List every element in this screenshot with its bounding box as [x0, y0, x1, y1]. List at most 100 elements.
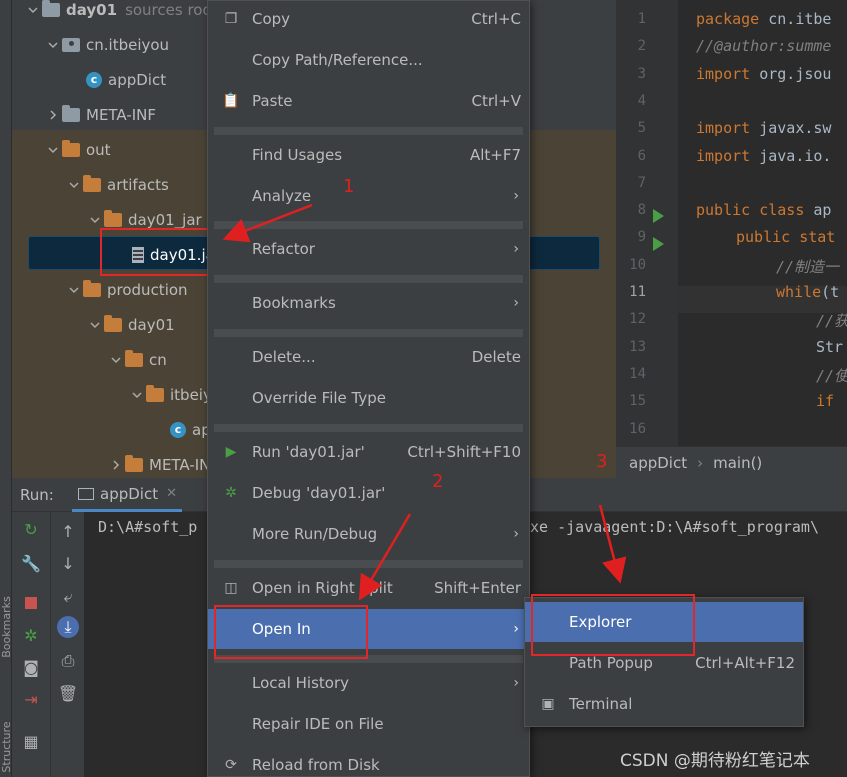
package-icon [62, 37, 80, 52]
menu-shortcut: Ctrl+Alt+F12 [695, 654, 795, 672]
tree-item-day01-module[interactable]: day01 sources root [24, 0, 218, 27]
chevron-down-icon[interactable] [86, 316, 104, 334]
tree-item-label: day01_jar [128, 210, 202, 229]
breadcrumb-class[interactable]: appDict [629, 454, 687, 472]
excluded-folder-icon [125, 454, 143, 472]
exit-icon[interactable]: ⇥ [20, 688, 42, 710]
wrench-icon[interactable]: 🔧 [20, 552, 42, 574]
editor-breadcrumb: appDict › main() [616, 446, 847, 478]
menu-shortcut: Ctrl+Shift+F10 [407, 443, 521, 461]
split-icon: ◫ [224, 580, 238, 596]
code-keyword: while [776, 283, 822, 301]
trash-icon[interactable]: 🗑 [57, 682, 79, 704]
menu-label: Analyze [252, 187, 312, 205]
run-gutter-icon[interactable] [653, 209, 664, 223]
tree-item-out[interactable]: out [44, 132, 111, 167]
chevron-down-icon[interactable] [86, 211, 104, 229]
submenu-item-terminal[interactable]: ▣ Terminal [525, 684, 803, 724]
layout-icon[interactable]: ▦ [20, 730, 42, 752]
context-menu: ❐ Copy Ctrl+C Copy Path/Reference... 📋 P… [207, 0, 530, 777]
chevron-right-icon: › [513, 241, 519, 257]
menu-item-reload-from-disk[interactable]: ⟳ Reload from Disk [208, 745, 529, 777]
code-line: while(t [776, 283, 839, 301]
run-tab-appdict[interactable]: appDict ✕ [72, 478, 182, 512]
menu-item-find-usages[interactable]: Find Usages Alt+F7 [208, 135, 529, 175]
menu-item-analyze[interactable]: Analyze › [208, 176, 529, 216]
chevron-down-icon[interactable] [65, 176, 83, 194]
chevron-right-icon[interactable] [44, 106, 62, 124]
run-toolbar-secondary: ↑ ↓ ⤶ ⤓ ⎙ 🗑 [50, 512, 84, 777]
tree-item-cn-itbeiyou[interactable]: cn.itbeiyou [44, 27, 169, 62]
annotation-box-explorer [531, 594, 695, 656]
menu-label: Debug 'day01.jar' [252, 484, 386, 502]
tree-item-meta-inf[interactable]: META-INF [44, 97, 156, 132]
code-text: org.jsou [750, 64, 832, 83]
chevron-down-icon[interactable] [44, 141, 62, 159]
breadcrumb-method[interactable]: main() [713, 454, 762, 472]
line-number: 16 [629, 420, 646, 437]
chevron-down-icon[interactable] [44, 36, 62, 54]
menu-item-local-history[interactable]: Local History › [208, 663, 529, 703]
open-in-submenu: Explorer Path Popup Ctrl+Alt+F12 ▣ Termi… [524, 594, 804, 727]
print-icon[interactable]: ⎙ [57, 650, 79, 672]
close-icon[interactable]: ✕ [166, 486, 177, 501]
line-number: 12 [629, 311, 646, 328]
camera-icon[interactable]: ◙ [20, 656, 42, 678]
chevron-down-icon[interactable] [24, 1, 42, 19]
scroll-to-end-icon[interactable]: ⤓ [57, 616, 79, 638]
menu-label: Run 'day01.jar' [252, 443, 365, 461]
menu-item-repair-ide[interactable]: Repair IDE on File [208, 704, 529, 744]
line-number: 7 [637, 174, 646, 191]
run-gutter-icon[interactable] [653, 237, 664, 251]
code-line: public class ap [696, 201, 831, 219]
chevron-down-icon[interactable] [65, 281, 83, 299]
menu-item-open-right-split[interactable]: ◫ Open in Right Split Shift+Enter [208, 568, 529, 608]
rerun-icon[interactable]: ↻ [20, 518, 42, 540]
stop-icon[interactable] [20, 592, 42, 614]
console-icon [78, 487, 94, 500]
debug-settings-icon[interactable]: ✲ [20, 624, 42, 646]
code-text: cn.itbe [759, 10, 832, 28]
menu-label: Open in Right Split [252, 579, 393, 597]
tree-item-production[interactable]: production [65, 272, 188, 307]
code-line: import org.jsou [696, 65, 831, 83]
line-number: 9 [637, 229, 646, 246]
menu-item-more-run-debug[interactable]: More Run/Debug › [208, 514, 529, 554]
chevron-down-icon[interactable] [107, 351, 125, 369]
excluded-folder-icon [83, 174, 101, 192]
soft-wrap-icon[interactable]: ⤶ [57, 586, 79, 608]
menu-item-copy[interactable]: ❐ Copy Ctrl+C [208, 0, 529, 39]
menu-item-debug[interactable]: ✲ Debug 'day01.jar' [208, 473, 529, 513]
tree-item-day01-output[interactable]: day01 [86, 307, 175, 342]
chevron-right-icon[interactable] [107, 456, 125, 474]
menu-label: Bookmarks [252, 294, 336, 312]
tree-item-appdict-source[interactable]: c appDict [86, 62, 166, 97]
line-number: 2 [637, 38, 646, 55]
arrow-up-icon[interactable]: ↑ [57, 520, 79, 542]
excluded-folder-icon [62, 139, 80, 157]
code-line: import javax.sw [696, 119, 831, 137]
folder-icon [62, 104, 80, 122]
code-editor[interactable]: 1 package cn.itbe 2 //@author:summe 3 import … [616, 0, 847, 478]
code-comment: //获 [816, 312, 847, 331]
menu-item-delete[interactable]: Delete... Delete [208, 337, 529, 377]
tree-item-cn[interactable]: cn [107, 342, 167, 377]
menu-shortcut: Alt+F7 [469, 146, 521, 164]
menu-label: Repair IDE on File [252, 715, 384, 733]
arrow-down-icon[interactable]: ↓ [57, 552, 79, 574]
menu-item-override-file-type[interactable]: Override File Type [208, 378, 529, 418]
code-line: if [816, 392, 834, 410]
menu-shortcut: Ctrl+C [471, 10, 521, 28]
excluded-folder-icon [104, 209, 122, 227]
tree-item-artifacts[interactable]: artifacts [65, 167, 169, 202]
menu-item-paste[interactable]: 📋 Paste Ctrl+V [208, 81, 529, 121]
tree-item-meta-inf-output[interactable]: META-INF [107, 447, 219, 478]
menu-item-run[interactable]: ▶ Run 'day01.jar' Ctrl+Shift+F10 [208, 432, 529, 472]
menu-item-copy-path[interactable]: Copy Path/Reference... [208, 40, 529, 80]
menu-item-bookmarks[interactable]: Bookmarks › [208, 283, 529, 323]
copy-icon: ❐ [224, 11, 238, 27]
chevron-down-icon[interactable] [128, 386, 146, 404]
paste-icon: 📋 [222, 93, 240, 109]
menu-item-refactor[interactable]: Refactor › [208, 229, 529, 269]
menu-label: Refactor [252, 240, 315, 258]
